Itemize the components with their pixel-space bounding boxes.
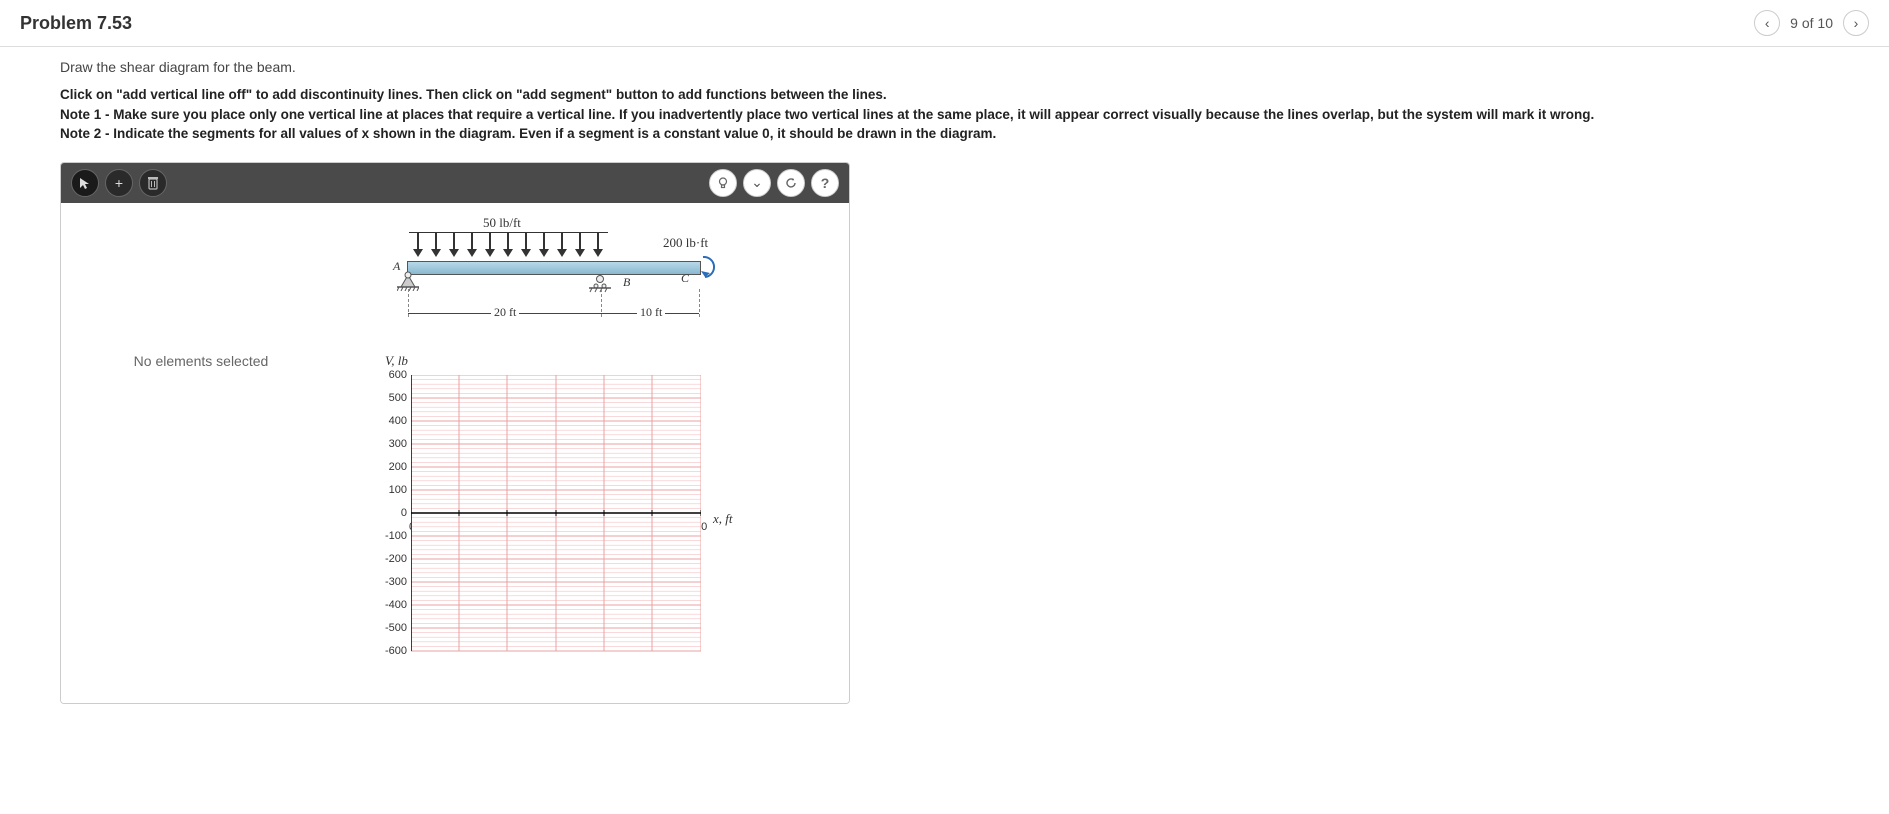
y-tick: 100	[383, 484, 407, 496]
notes-line-2: Note 1 - Make sure you place only one ve…	[60, 105, 1829, 125]
help-button[interactable]: ?	[811, 169, 839, 197]
prev-button[interactable]: ‹	[1754, 10, 1780, 36]
distributed-load-label: 50 lb/ft	[483, 215, 521, 231]
point-a-label: A	[393, 259, 400, 274]
pointer-tool-button[interactable]	[71, 169, 99, 197]
y-tick: -500	[383, 622, 407, 634]
add-button[interactable]: +	[105, 169, 133, 197]
moment-label: 200 lb·ft	[663, 235, 708, 251]
lightbulb-icon	[716, 176, 730, 190]
dropdown-button[interactable]: ⌄	[743, 169, 771, 197]
delete-button[interactable]	[139, 169, 167, 197]
down-arrow-icon	[481, 233, 499, 259]
plus-icon: +	[115, 175, 123, 191]
y-tick: 200	[383, 461, 407, 473]
dim-tick	[699, 289, 700, 317]
load-arrows	[409, 233, 607, 259]
down-arrow-icon	[499, 233, 517, 259]
trash-icon	[147, 176, 159, 190]
workspace-panel: +	[60, 162, 850, 704]
question-icon: ?	[821, 175, 830, 191]
notes-block: Click on "add vertical line off" to add …	[60, 85, 1829, 144]
y-tick: 600	[383, 369, 407, 381]
moment-arrow-icon	[697, 253, 721, 284]
notes-line-3: Note 2 - Indicate the segments for all v…	[60, 124, 1829, 144]
selection-panel: No elements selected	[61, 203, 341, 703]
y-tick: -400	[383, 599, 407, 611]
toolbar-right: ⌄ ?	[709, 169, 839, 197]
canvas-area: No elements selected 50 lb/ft 200 lb·ft	[61, 203, 849, 703]
reset-button[interactable]	[777, 169, 805, 197]
down-arrow-icon	[445, 233, 463, 259]
beam-figure: 50 lb/ft 200 lb·ft	[401, 217, 731, 347]
selection-status: No elements selected	[134, 353, 269, 369]
y-tick: -200	[383, 553, 407, 565]
roller-support-icon	[589, 275, 611, 296]
y-tick: -600	[383, 645, 407, 657]
graph-grid[interactable]	[411, 375, 701, 655]
instruction-text: Draw the shear diagram for the beam.	[60, 59, 1829, 75]
y-tick: -300	[383, 576, 407, 588]
y-axis-label: V, lb	[385, 353, 408, 369]
y-tick: 0	[383, 507, 407, 519]
pointer-icon	[78, 176, 92, 190]
down-arrow-icon	[589, 233, 607, 259]
down-arrow-icon	[535, 233, 553, 259]
page-counter: 9 of 10	[1790, 15, 1833, 31]
diagram-panel[interactable]: 50 lb/ft 200 lb·ft	[341, 203, 849, 703]
y-tick: -100	[383, 530, 407, 542]
toolbar: +	[61, 163, 849, 203]
down-arrow-icon	[463, 233, 481, 259]
toolbar-left: +	[71, 169, 167, 197]
chevron-right-icon: ›	[1854, 15, 1859, 31]
content-area: Draw the shear diagram for the beam. Cli…	[0, 47, 1889, 716]
chevron-left-icon: ‹	[1765, 15, 1770, 31]
y-tick: 500	[383, 392, 407, 404]
span-bc-label: 10 ft	[637, 305, 665, 320]
shear-graph[interactable]: V, lb x, ft 600 500 400 300 200 100 0 -1…	[385, 357, 745, 667]
problem-title: Problem 7.53	[20, 13, 132, 34]
down-arrow-icon	[409, 233, 427, 259]
notes-line-1: Click on "add vertical line off" to add …	[60, 85, 1829, 105]
down-arrow-icon	[553, 233, 571, 259]
next-button[interactable]: ›	[1843, 10, 1869, 36]
span-ab-label: 20 ft	[491, 305, 519, 320]
point-c-label: C	[681, 271, 689, 286]
hint-button[interactable]	[709, 169, 737, 197]
page-header: Problem 7.53 ‹ 9 of 10 ›	[0, 0, 1889, 47]
y-tick: 400	[383, 415, 407, 427]
x-axis-label: x, ft	[713, 511, 733, 527]
chevron-down-icon: ⌄	[751, 174, 763, 191]
nav-group: ‹ 9 of 10 ›	[1754, 10, 1869, 36]
down-arrow-icon	[427, 233, 445, 259]
y-tick: 300	[383, 438, 407, 450]
down-arrow-icon	[571, 233, 589, 259]
down-arrow-icon	[517, 233, 535, 259]
refresh-icon	[784, 176, 798, 190]
beam-body	[407, 261, 701, 275]
point-b-label: B	[623, 275, 630, 290]
